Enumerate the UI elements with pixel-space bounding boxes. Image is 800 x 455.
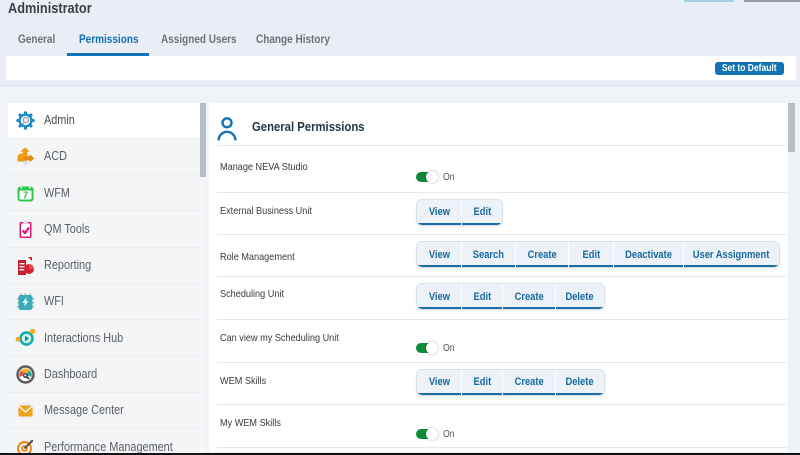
svg-text:7: 7 (23, 190, 29, 201)
